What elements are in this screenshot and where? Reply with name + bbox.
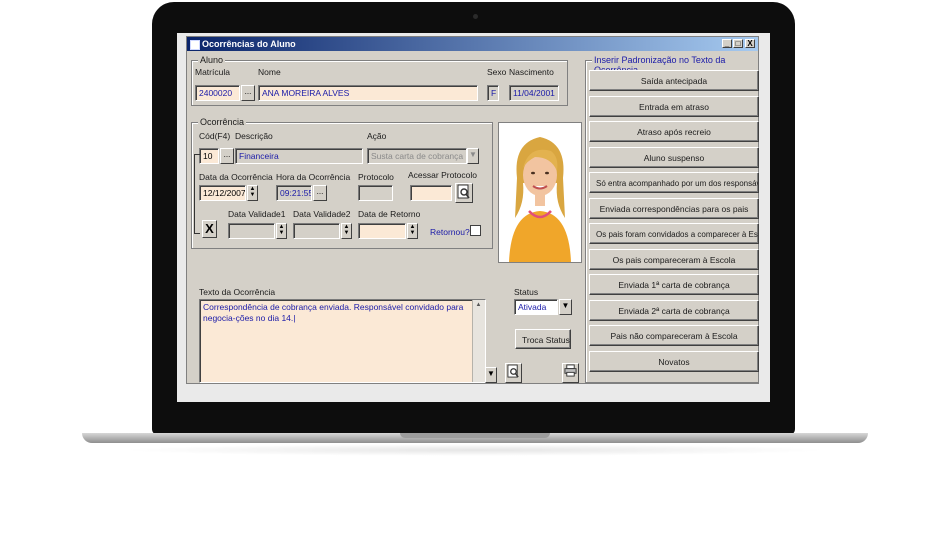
texto-scrollbar[interactable]: ▲: [472, 300, 485, 382]
maximize-button[interactable]: □: [733, 39, 743, 48]
cod-field[interactable]: 10: [199, 148, 219, 164]
pat-novatos-button[interactable]: Novatos: [589, 351, 759, 372]
hora-ocorrencia-field[interactable]: 09:21:55: [276, 185, 312, 201]
ocorrencia-bracket: [194, 154, 200, 234]
texto-ocorrencia-textarea[interactable]: Correspondência de cobrança enviada. Res…: [199, 299, 486, 383]
validade2-spinner[interactable]: ▲ ▼: [341, 223, 352, 239]
printer-icon: [564, 364, 577, 377]
texto-preview-button[interactable]: [505, 363, 522, 383]
window-title: Ocorrências do Aluno: [202, 39, 296, 49]
retorno-spinner[interactable]: ▲ ▼: [407, 223, 418, 239]
scroll-up-icon[interactable]: ▲: [474, 301, 483, 310]
data-ocorrencia-label: Data da Ocorrência: [199, 172, 273, 182]
sexo-label: Sexo: [487, 67, 507, 77]
nascimento-field[interactable]: 11/04/2001: [509, 85, 559, 101]
acao-label: Ação: [367, 131, 387, 141]
pat-acompanhado-button[interactable]: Só entra acompanhado por um dos responsá…: [589, 172, 759, 193]
texto-ocorrencia-content: Correspondência de cobrança enviada. Res…: [203, 302, 464, 323]
status-select[interactable]: Ativada: [514, 299, 558, 315]
pat-convidados-button[interactable]: Os pais foram convidados a comparecer à …: [589, 223, 759, 244]
acessar-protocolo-label: Acessar Protocolo: [408, 170, 477, 180]
texto-ocorrencia-label: Texto da Ocorrência: [199, 287, 276, 297]
status-label: Status: [514, 287, 539, 297]
pat-compareceram-button[interactable]: Os pais compareceram à Escola: [589, 249, 759, 270]
nome-label: Nome: [258, 67, 281, 77]
document-search-icon: [507, 364, 519, 378]
hora-lookup-button[interactable]: ...: [313, 185, 327, 201]
validade1-spinner[interactable]: ▲ ▼: [276, 223, 287, 239]
minimize-button[interactable]: _: [722, 39, 732, 48]
descricao-label: Descrição: [235, 131, 273, 141]
status-dropdown-arrow-icon[interactable]: ▼: [559, 299, 572, 315]
pat-carta1-button[interactable]: Enviada 1ª carta de cobrança: [589, 274, 759, 295]
print-button[interactable]: [562, 363, 579, 383]
laptop-notch: [400, 433, 550, 438]
troca-status-button[interactable]: Troca Status: [515, 329, 571, 349]
acessar-protocolo-button[interactable]: [455, 183, 473, 203]
data-ocorrencia-spinner[interactable]: ▲ ▼: [247, 185, 258, 201]
retorno-field[interactable]: [358, 223, 406, 239]
student-portrait-icon: [499, 123, 581, 262]
ocorrencias-window: Ocorrências do Aluno _ □ X Aluno Matrícu…: [186, 36, 759, 384]
retornou-label: Retornou?: [430, 227, 470, 237]
laptop-shadow: [120, 444, 830, 456]
delete-ocorrencia-button[interactable]: X: [202, 220, 217, 238]
laptop-screen: Ocorrências do Aluno _ □ X Aluno Matrícu…: [177, 33, 770, 402]
data-ocorrencia-field[interactable]: 12/12/2007: [199, 185, 246, 201]
pat-saida-antecipada-button[interactable]: Saída antecipada: [589, 70, 759, 91]
ocorrencia-group-title: Ocorrência: [198, 117, 247, 127]
sexo-field[interactable]: F: [487, 85, 499, 101]
protocolo-label: Protocolo: [358, 172, 394, 182]
matricula-lookup-button[interactable]: ...: [241, 85, 255, 101]
pat-entrada-atraso-button[interactable]: Entrada em atraso: [589, 96, 759, 117]
student-photo: [498, 122, 582, 263]
validade2-field[interactable]: [293, 223, 340, 239]
close-button[interactable]: X: [745, 39, 755, 48]
retorno-label: Data de Retorno: [358, 209, 421, 219]
validade2-label: Data Validade2: [293, 209, 351, 219]
descricao-field[interactable]: Financeira: [235, 148, 363, 164]
aluno-group-title: Aluno: [198, 55, 226, 65]
pat-correspondencias-button[interactable]: Enviada correspondências para os pais: [589, 198, 759, 219]
retornou-checkbox[interactable]: [470, 225, 481, 236]
title-bar[interactable]: Ocorrências do Aluno _ □ X: [187, 37, 758, 51]
cod-label: Cód(F4): [199, 131, 231, 141]
pat-aluno-suspenso-button[interactable]: Aluno suspenso: [589, 147, 759, 168]
pat-carta2-button[interactable]: Enviada 2ª carta de cobrança: [589, 300, 759, 321]
pat-nao-compareceram-button[interactable]: Pais não compareceram à Escola: [589, 325, 759, 346]
nascimento-label: Nascimento: [509, 67, 554, 77]
hora-ocorrencia-label: Hora da Ocorrência: [276, 172, 351, 182]
document-search-icon: [457, 184, 470, 199]
matricula-field[interactable]: 2400020: [195, 85, 240, 101]
validade1-field[interactable]: [228, 223, 275, 239]
nome-field[interactable]: ANA MOREIRA ALVES: [258, 85, 478, 101]
window-icon: [190, 40, 200, 50]
protocolo-field[interactable]: [358, 185, 393, 201]
acessar-protocolo-field[interactable]: [410, 185, 452, 201]
texto-scroll-down-icon[interactable]: ▼: [485, 367, 497, 383]
matricula-label: Matrícula: [195, 67, 230, 77]
acao-dropdown-arrow-icon[interactable]: ▼: [467, 148, 479, 164]
camera-icon: [473, 14, 478, 19]
acao-select[interactable]: Susta carta de cobrança: [367, 148, 467, 164]
cod-lookup-button[interactable]: ...: [220, 148, 234, 164]
pat-atraso-recreio-button[interactable]: Atraso após recreio: [589, 121, 759, 142]
validade1-label: Data Validade1: [228, 209, 286, 219]
